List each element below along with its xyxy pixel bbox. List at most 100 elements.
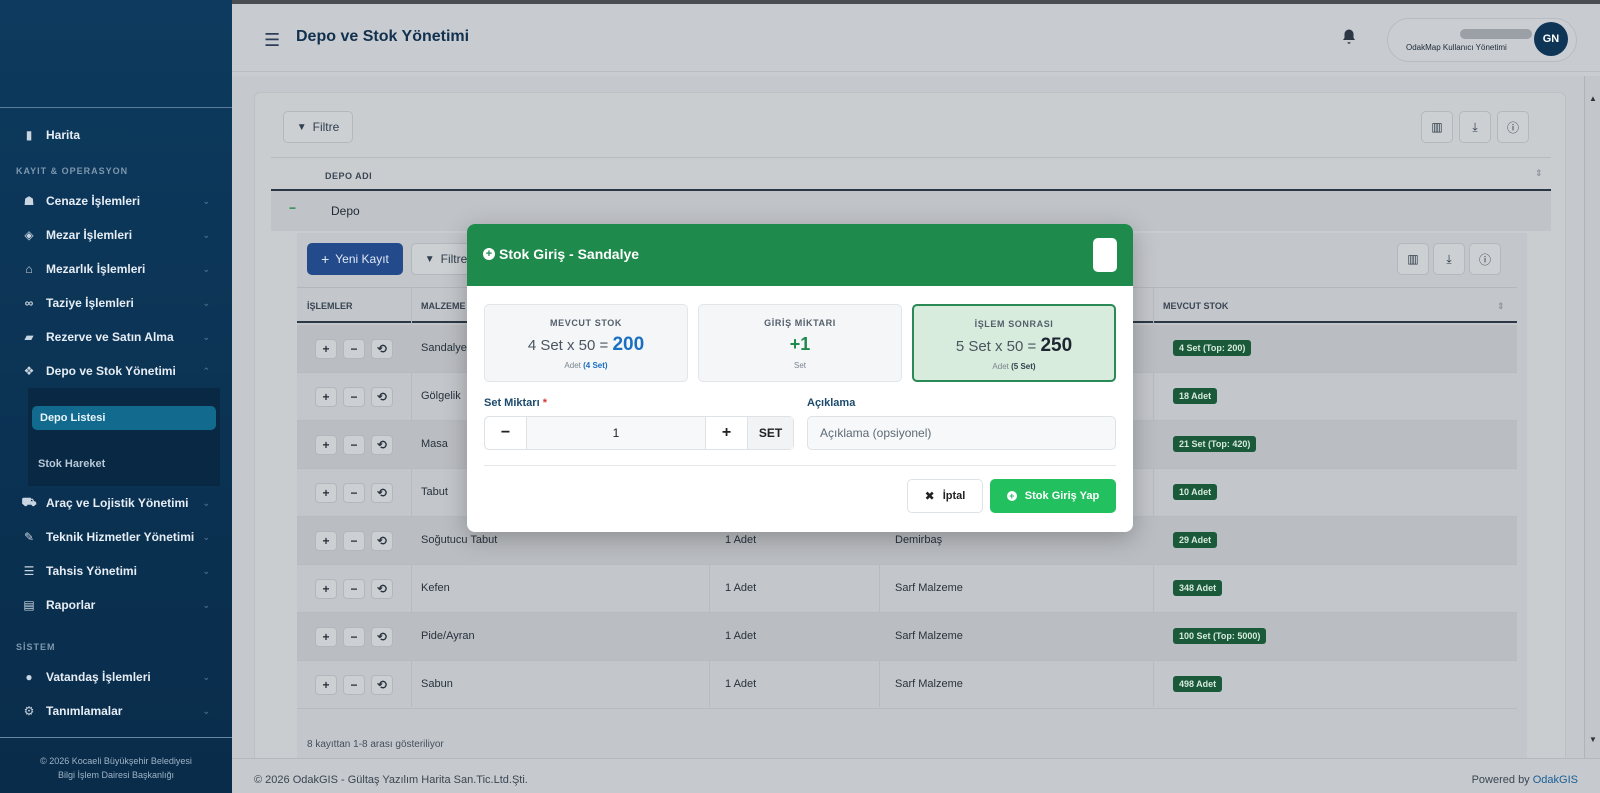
menu-toggle-icon[interactable]: ☰ <box>264 30 280 51</box>
sidebar-item-cenaze[interactable]: ☗ Cenaze İşlemleri ⌄ <box>0 184 232 218</box>
add-icon[interactable]: + <box>315 579 337 599</box>
entry-amount-unit: Set <box>793 361 806 370</box>
history-icon[interactable]: ⟲ <box>371 627 393 647</box>
after-operation-sets: (5 Set) <box>1011 362 1036 371</box>
bookmark-icon: ▰ <box>24 330 34 344</box>
scroll-up-icon[interactable]: ▲ <box>1589 94 1597 103</box>
unit-label: SET <box>747 417 793 449</box>
sidebar-item-mezarlik[interactable]: ⌂ Mezarlık İşlemleri ⌄ <box>0 252 232 286</box>
sidebar-item-taziye[interactable]: ∞ Taziye İşlemleri ⌄ <box>0 286 232 320</box>
filter-button[interactable]: ▼ Filtre <box>283 111 353 143</box>
sidebar-item-label: Mezarlık İşlemleri <box>46 262 146 276</box>
sidebar-item-tahsis[interactable]: ☰ Tahsis Yönetimi ⌄ <box>0 554 232 588</box>
sidebar-item-label: Tahsis Yönetimi <box>46 564 137 578</box>
sort-icon[interactable]: ⇕ <box>1535 168 1543 179</box>
avatar[interactable]: GN <box>1534 22 1568 56</box>
sidebar-item-harita[interactable]: ▮ Harita <box>0 118 232 152</box>
plus-icon: + <box>321 251 330 267</box>
chevron-down-icon: ⌄ <box>202 531 210 542</box>
sidebar-subitem-depo-listesi[interactable]: Depo Listesi <box>32 406 216 430</box>
minus-icon[interactable]: − <box>343 387 365 407</box>
close-button[interactable] <box>1093 238 1117 272</box>
after-operation-sub: Adet (5 Set) <box>914 362 1114 371</box>
description-input[interactable]: Açıklama (opsiyonel) <box>807 416 1116 450</box>
info-icon[interactable]: ⓘ <box>1497 111 1529 143</box>
decrement-button[interactable]: − <box>485 417 527 449</box>
minus-icon[interactable]: − <box>343 579 365 599</box>
add-icon[interactable]: + <box>315 483 337 503</box>
sidebar-item-label: Tanımlamalar <box>46 704 123 718</box>
sidebar-item-mezar[interactable]: ◈ Mezar İşlemleri ⌄ <box>0 218 232 252</box>
table-row[interactable]: + − ⟲ Pide/Ayran 1 Adet Sarf Malzeme 100 Set (… <box>297 613 1517 661</box>
sidebar-item-label: Cenaze İşlemleri <box>46 194 141 208</box>
sidebar-item-depo[interactable]: ❖ Depo ve Stok Yönetimi ⌃ <box>0 354 232 388</box>
minus-icon[interactable]: − <box>343 339 365 359</box>
add-icon[interactable]: + <box>315 387 337 407</box>
current-stock-sets: (4 Set) <box>583 361 608 370</box>
users-icon: ☗ <box>23 194 35 208</box>
sidebar-item-rezerve[interactable]: ▰ Rezerve ve Satın Alma ⌄ <box>0 320 232 354</box>
sidebar-item-vatandas[interactable]: ● Vatandaş İşlemleri ⌄ <box>0 660 232 694</box>
description-label: Açıklama <box>807 397 856 409</box>
powered-by: Powered by OdakGIS <box>1472 774 1578 786</box>
sidebar-item-raporlar[interactable]: ▤ Raporlar ⌄ <box>0 588 232 622</box>
sidebar-item-teknik[interactable]: ✎ Teknik Hizmetler Yönetimi ⌄ <box>0 520 232 554</box>
sidebar-item-label: Rezerve ve Satın Alma <box>46 330 174 344</box>
submit-stock-entry-button[interactable]: + Stok Giriş Yap <box>990 479 1116 513</box>
add-icon[interactable]: + <box>315 435 337 455</box>
cogs-icon: ⚙ <box>23 704 35 718</box>
info-icon[interactable]: ⓘ <box>1469 243 1501 275</box>
type-cell: Sarf Malzeme <box>895 582 963 594</box>
table-row[interactable]: + − ⟲ Kefen 1 Adet Sarf Malzeme 348 Adet <box>297 565 1517 613</box>
sidebar-item-arac[interactable]: ⛟ Araç ve Lojistik Yönetimi ⌄ <box>0 486 232 520</box>
chevron-down-icon: ⌄ <box>202 565 210 576</box>
download-icon[interactable]: ⤓ <box>1433 243 1465 275</box>
add-icon[interactable]: + <box>315 675 337 695</box>
quantity-input[interactable]: 1 <box>527 426 705 440</box>
sidebar-item-label: Depo ve Stok Yönetimi <box>46 364 176 378</box>
filter-icon: ▼ <box>296 121 307 133</box>
after-operation-label: İŞLEM SONRASI <box>974 319 1054 329</box>
history-icon[interactable]: ⟲ <box>371 435 393 455</box>
columns-icon[interactable]: ▥ <box>1397 243 1429 275</box>
page-scrollbar[interactable]: ▲ ▼ <box>1584 76 1600 758</box>
table-row[interactable]: + − ⟲ Sabun 1 Adet Sarf Malzeme 498 Adet <box>297 661 1517 709</box>
current-stock-sub: Adet (4 Set) <box>485 361 687 370</box>
sort-icon[interactable]: ⇕ <box>1497 301 1505 312</box>
increment-button[interactable]: + <box>705 417 747 449</box>
notification-bell-icon[interactable] <box>1340 28 1358 51</box>
collapse-icon[interactable]: − <box>289 201 296 215</box>
minus-icon[interactable]: − <box>343 483 365 503</box>
material-name: Sandalye <box>421 342 467 354</box>
scroll-down-icon[interactable]: ▼ <box>1589 735 1597 744</box>
user-name-redacted <box>1460 29 1532 39</box>
warehouse-name: Depo <box>331 204 360 218</box>
add-icon[interactable]: + <box>315 339 337 359</box>
chevron-down-icon: ⌄ <box>202 497 210 508</box>
unit-cell: 1 Adet <box>725 582 757 594</box>
minus-icon[interactable]: − <box>343 435 365 455</box>
wrench-icon: ✎ <box>23 530 35 544</box>
add-icon[interactable]: + <box>315 531 337 551</box>
minus-icon[interactable]: − <box>343 675 365 695</box>
car-icon: ⛟ <box>21 495 37 509</box>
stock-badge: 348 Adet <box>1173 580 1223 596</box>
history-icon[interactable]: ⟲ <box>371 339 393 359</box>
brand-link[interactable]: OdakGIS <box>1533 774 1578 786</box>
minus-icon[interactable]: − <box>343 627 365 647</box>
sidebar-subitem-stok-hareket[interactable]: Stok Hareket <box>28 448 220 480</box>
history-icon[interactable]: ⟲ <box>371 579 393 599</box>
sidebar-item-tanimlamalar[interactable]: ⚙ Tanımlamalar ⌄ <box>0 694 232 728</box>
history-icon[interactable]: ⟲ <box>371 531 393 551</box>
close-icon: ✖ <box>924 489 935 503</box>
modal-header: + Stok Giriş - Sandalye <box>467 224 1133 286</box>
history-icon[interactable]: ⟲ <box>371 675 393 695</box>
new-record-button[interactable]: + Yeni Kayıt <box>307 243 403 275</box>
minus-icon[interactable]: − <box>343 531 365 551</box>
add-icon[interactable]: + <box>315 627 337 647</box>
history-icon[interactable]: ⟲ <box>371 387 393 407</box>
download-icon[interactable]: ⤓ <box>1459 111 1491 143</box>
cancel-button[interactable]: ✖ İptal <box>907 479 983 513</box>
history-icon[interactable]: ⟲ <box>371 483 393 503</box>
columns-icon[interactable]: ▥ <box>1421 111 1453 143</box>
